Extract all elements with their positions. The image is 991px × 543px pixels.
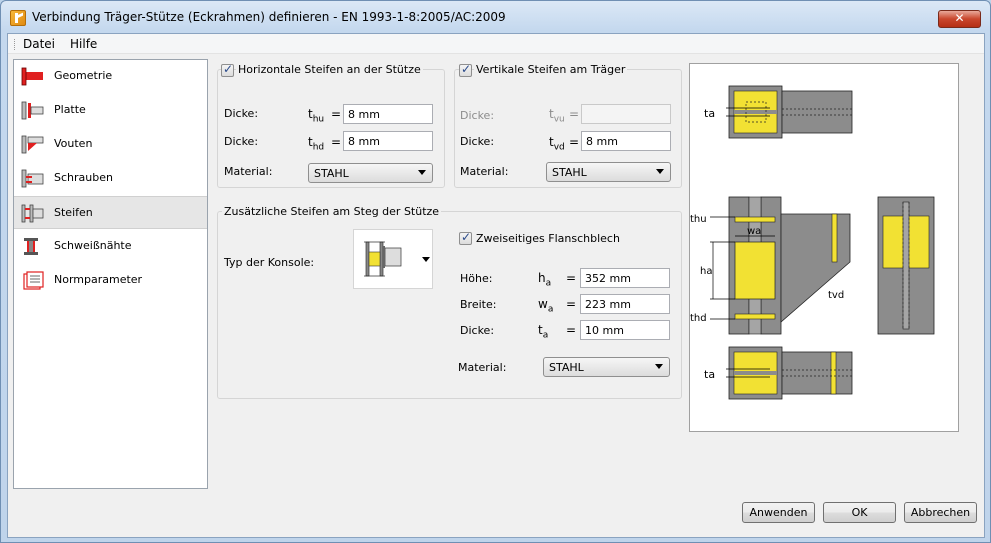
nav-label: Platte [54,103,86,116]
cancel-button[interactable]: Abbrechen [904,502,977,523]
vertical-stiffeners-checkbox[interactable] [459,62,472,77]
nav-item-vouten[interactable]: Vouten [14,128,207,161]
konsole-type-icon [364,241,430,277]
vertical-stiffeners-title: Vertikale Steifen am Träger [474,63,628,76]
ha-symbol: ha [538,271,552,289]
thu-symbol: thu [308,107,325,125]
ha-input[interactable]: 352 mm [580,268,670,288]
thu-label: Dicke: [224,107,259,120]
nav-item-schweissnaehte[interactable]: Schweißnähte [14,230,207,263]
menu-grip-icon [14,39,16,50]
vertical-material-select[interactable]: STAHL [546,162,671,182]
chevron-down-icon [656,169,664,174]
thd-preview-label: thd [690,313,707,324]
wa-symbol: wa [538,297,554,315]
thu-equals: = [331,107,342,121]
ta-equals: = [566,323,577,337]
tvd-label: Dicke: [460,135,495,148]
horizontal-material-select[interactable]: STAHL [308,163,433,183]
wa-equals: = [566,297,577,311]
top-view: ta [704,85,853,139]
menu-datei[interactable]: Datei [23,37,55,51]
app-logo-icon [10,10,26,26]
vertical-material-label: Material: [460,165,509,178]
menu-hilfe[interactable]: Hilfe [70,37,97,51]
flange-plate-checkbox[interactable] [459,230,472,245]
nav-label: Schweißnähte [54,239,132,252]
horizontal-stiffeners-checkbox[interactable] [221,62,234,77]
geometry-icon [21,67,43,86]
tvu-equals: = [569,107,580,121]
ta-top-label: ta [704,107,715,120]
thu-input[interactable]: 8 mm [343,104,433,124]
nav-label: Schrauben [54,171,113,184]
nav-item-steifen[interactable]: Steifen [14,196,207,229]
ok-button[interactable]: OK [823,502,896,523]
bolts-icon [21,169,44,188]
connection-preview: ta thu wa ha thd tvd ta [689,63,959,432]
nav-label: Steifen [54,206,93,219]
wa-input[interactable]: 223 mm [580,294,670,314]
horizontal-stiffeners-title: Horizontale Steifen an der Stütze [236,63,423,76]
ta-bottom-label: ta [704,368,715,381]
chevron-down-icon [655,364,663,369]
ta-input[interactable]: 10 mm [580,320,670,340]
close-button[interactable]: ✕ [938,10,981,28]
konsole-type-label: Typ der Konsole: [224,256,315,269]
nav-label: Normparameter [54,273,143,286]
bottom-view: ta [704,346,853,400]
welds-icon [24,238,38,255]
nav-item-platte[interactable]: Platte [14,94,207,127]
tvd-symbol: tvd [549,135,565,153]
wa-preview-label: wa [747,226,761,237]
additional-material-label: Material: [458,361,507,374]
tvd-equals: = [569,135,580,149]
menu-bar: Datei Hilfe [8,34,984,54]
additional-stiffeners-title: Zusätzliche Steifen am Steg der Stütze [222,205,442,218]
thd-symbol: thd [308,135,325,153]
chevron-down-icon [418,170,426,175]
category-nav: Geometrie Platte Vouten Schrauben Steife… [13,59,208,489]
additional-material-select[interactable]: STAHL [543,357,670,377]
thu-preview-label: thu [690,214,707,225]
side-section-view [877,196,935,335]
tvu-input[interactable] [581,104,671,124]
tvd-preview-label: tvd [828,290,844,301]
nav-label: Vouten [54,137,93,150]
code-parameters-icon [23,271,44,290]
apply-button[interactable]: Anwenden [742,502,815,523]
thd-input[interactable]: 8 mm [343,131,433,151]
konsole-type-select[interactable] [353,229,433,289]
ha-label: Höhe: [460,272,493,285]
connection-drawing: ta thu wa ha thd tvd ta [690,85,935,400]
nav-label: Geometrie [54,69,113,82]
flange-plate-label: Zweiseitiges Flanschblech [476,232,620,245]
ha-preview-label: ha [700,266,712,277]
nav-item-schrauben[interactable]: Schrauben [14,162,207,195]
wa-label: Breite: [460,298,497,311]
nav-item-geometrie[interactable]: Geometrie [14,60,207,93]
tvu-symbol: tvu [549,107,565,125]
ta-symbol: ta [538,323,549,341]
elevation-view: thu wa ha thd tvd [690,196,851,335]
dialog-client: Datei Hilfe Geometrie Platte Vouten Schr… [7,33,985,538]
thd-equals: = [331,135,342,149]
title-bar[interactable]: Verbindung Träger-Stütze (Eckrahmen) def… [1,1,990,33]
tvu-label: Dicke: [460,109,495,122]
horizontal-material-label: Material: [224,165,273,178]
haunch-icon [21,135,44,154]
plate-icon [21,101,44,120]
stiffeners-icon [21,204,44,223]
thd-label: Dicke: [224,135,259,148]
ta-label: Dicke: [460,324,495,337]
nav-item-normparameter[interactable]: Normparameter [14,264,207,297]
ha-equals: = [566,271,577,285]
window-title: Verbindung Träger-Stütze (Eckrahmen) def… [32,10,506,24]
dialog-window: Verbindung Träger-Stütze (Eckrahmen) def… [0,0,991,543]
tvd-input[interactable]: 8 mm [581,131,671,151]
